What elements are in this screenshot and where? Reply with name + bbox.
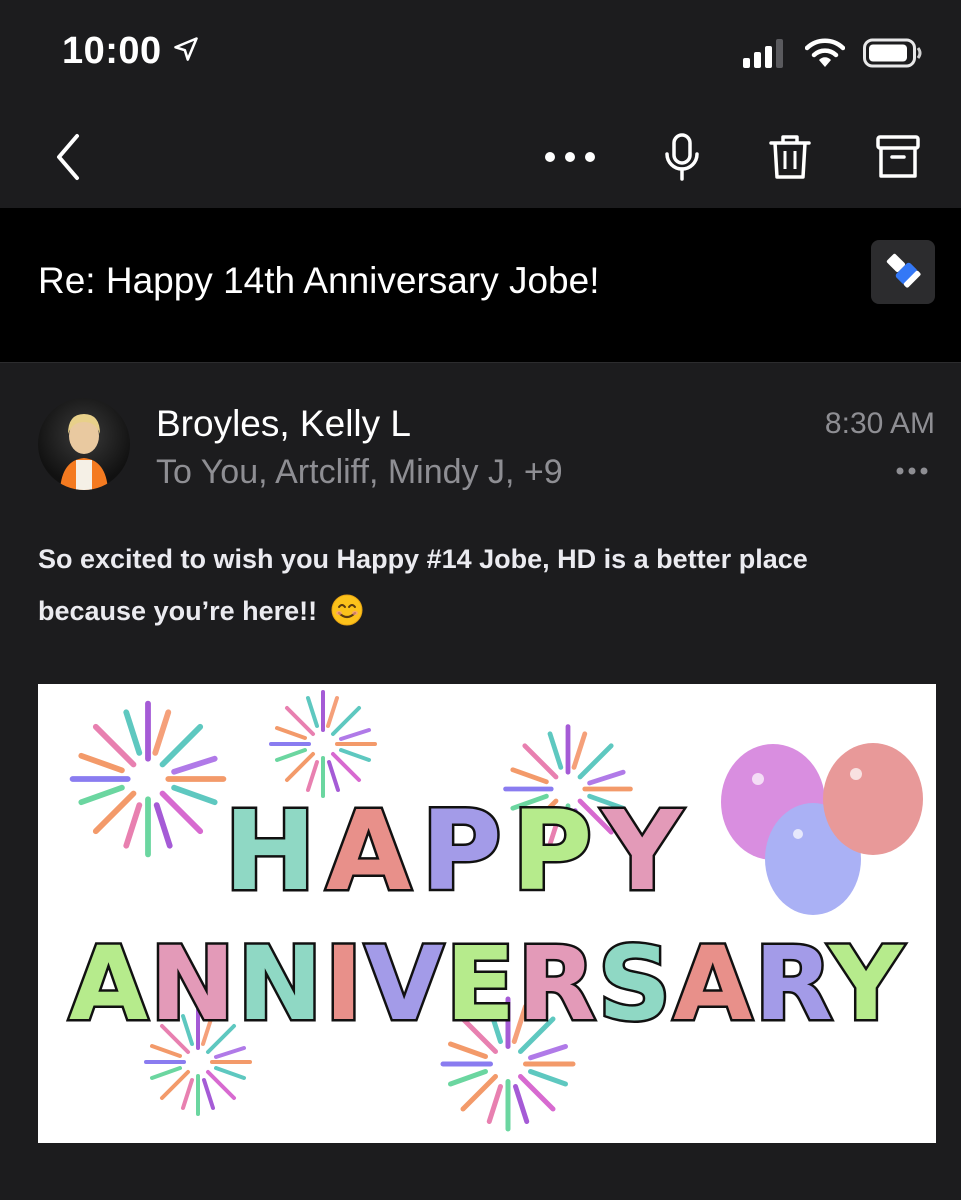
- cellular-signal-icon: [743, 38, 787, 73]
- more-icon: [895, 463, 929, 480]
- card-letter: I: [325, 925, 365, 1044]
- card-letter: N: [150, 925, 237, 1044]
- card-letter: R: [517, 925, 598, 1044]
- more-icon: [544, 150, 596, 169]
- card-letter: P: [421, 787, 512, 915]
- card-letter: R: [754, 925, 831, 1044]
- battery-icon: [863, 38, 923, 73]
- status-time: 10:00: [62, 30, 162, 72]
- body-line-2-wrap: because you’re here!!: [38, 585, 918, 637]
- anniversary-image[interactable]: HAPPY ANNIVERSARY: [38, 684, 936, 1143]
- body-line-1: So excited to wish you Happy #14 Jobe, H…: [38, 544, 808, 574]
- card-letter: V: [365, 925, 446, 1044]
- subject-bar: Re: Happy 14th Anniversary Jobe!: [0, 208, 961, 363]
- card-letter: S: [598, 925, 673, 1044]
- paint-brush-icon: [883, 250, 923, 295]
- card-happy-text: HAPPY: [224, 787, 692, 915]
- card-letter: H: [224, 787, 326, 915]
- back-chevron-icon: [53, 132, 83, 187]
- status-time-group: 10:00: [62, 30, 200, 73]
- card-letter: Y: [600, 787, 692, 915]
- theme-button[interactable]: [871, 240, 935, 304]
- firework-burst: [73, 704, 224, 855]
- archive-icon: [876, 134, 920, 185]
- archive-button[interactable]: [872, 110, 924, 208]
- balloons: [721, 743, 923, 915]
- more-button[interactable]: [538, 110, 602, 208]
- wifi-icon: [804, 38, 846, 73]
- firework-burst: [269, 690, 377, 798]
- sent-time: 8:30 AM: [824, 407, 935, 440]
- back-button[interactable]: [40, 110, 96, 208]
- status-bar: 10:00: [0, 0, 961, 110]
- avatar[interactable]: [38, 398, 130, 490]
- recipients[interactable]: To You, Artcliff, Mindy J, +9: [156, 453, 563, 492]
- trash-icon: [768, 133, 812, 186]
- card-letter: P: [512, 787, 603, 915]
- sender-name[interactable]: Broyles, Kelly L: [156, 403, 411, 445]
- card-letter: E: [446, 925, 518, 1044]
- microphone-icon: [664, 132, 700, 187]
- delete-button[interactable]: [764, 110, 816, 208]
- email-subject: Re: Happy 14th Anniversary Jobe!: [38, 260, 600, 301]
- body-line-2: because you’re here!!: [38, 596, 318, 626]
- card-letter: A: [69, 925, 150, 1044]
- card-letter: N: [237, 925, 324, 1044]
- message-more-button[interactable]: [895, 463, 929, 481]
- status-icons: [743, 38, 923, 73]
- smiling-face-icon: [331, 591, 363, 626]
- card-letter: A: [326, 787, 421, 915]
- voice-button[interactable]: [656, 110, 708, 208]
- card-anniversary-text: ANNIVERSARY: [69, 925, 905, 1044]
- location-arrow-icon: [172, 30, 200, 73]
- card-letter: Y: [828, 925, 905, 1044]
- email-toolbar: [0, 110, 961, 208]
- card-letter: A: [673, 925, 754, 1044]
- message-view: Broyles, Kelly L To You, Artcliff, Mindy…: [0, 363, 961, 1200]
- message-body: So excited to wish you Happy #14 Jobe, H…: [38, 533, 918, 637]
